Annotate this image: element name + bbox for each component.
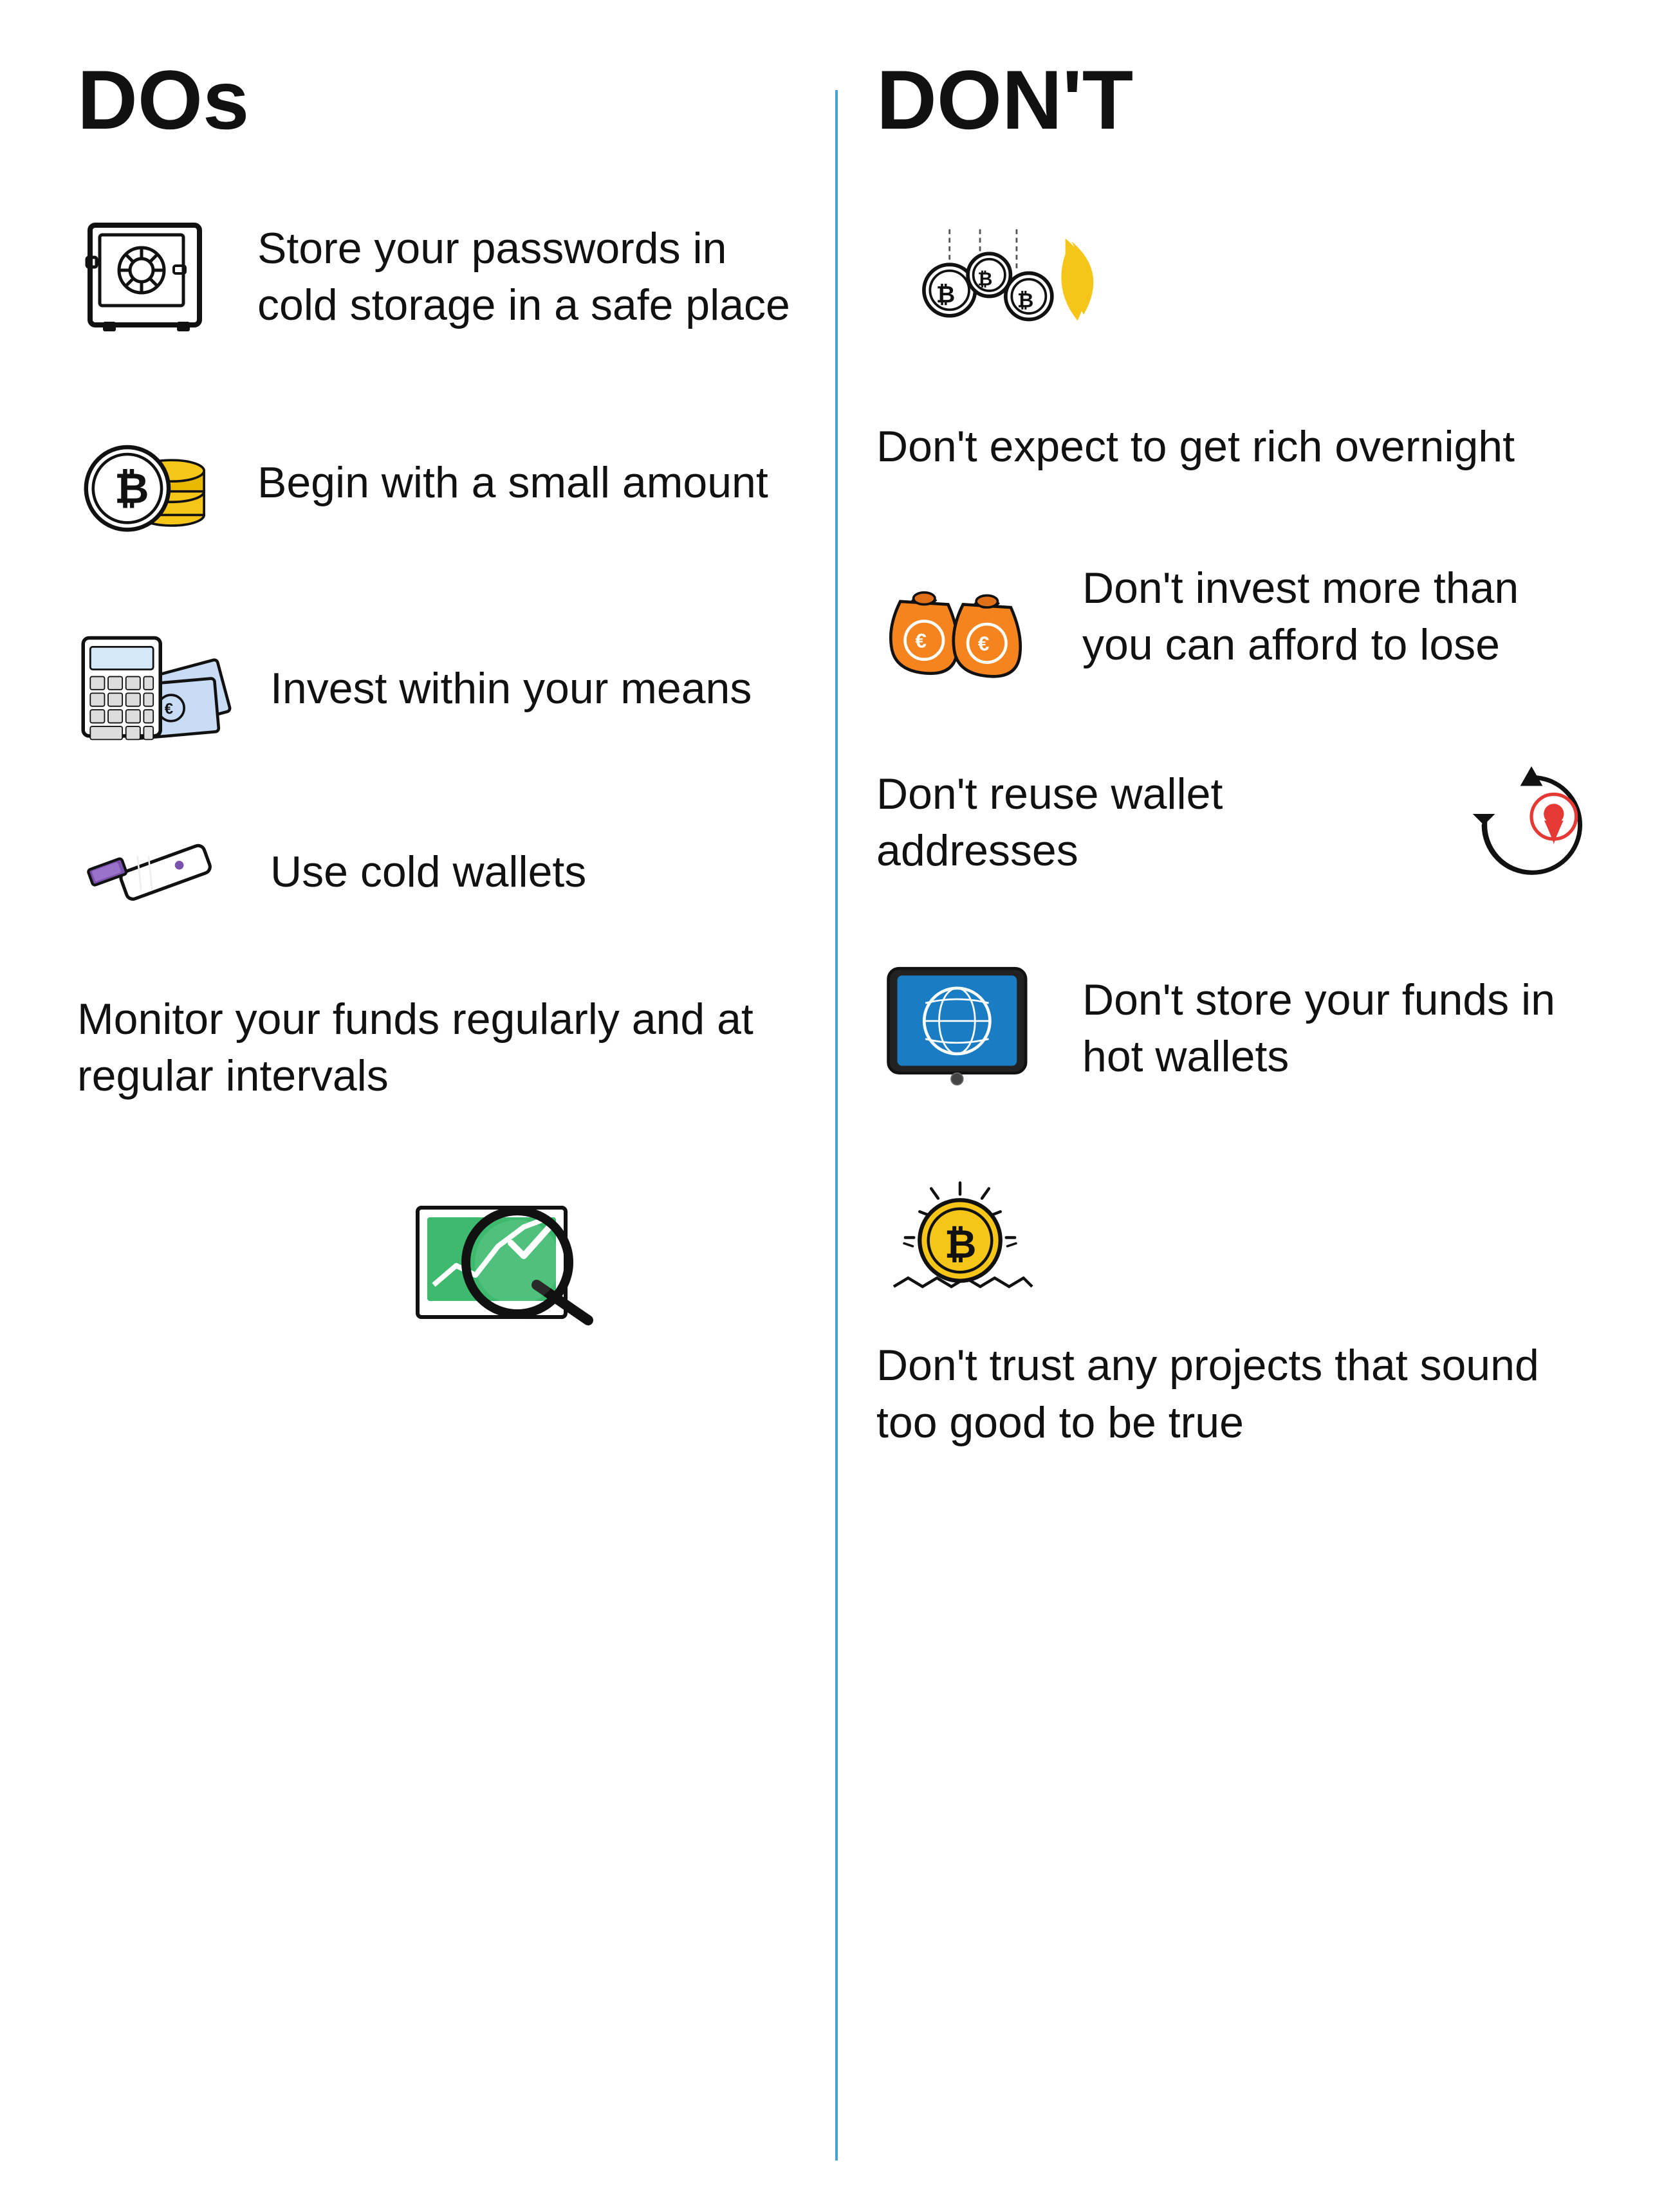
svg-text:€: € (165, 701, 173, 718)
calculator-icon: € € (77, 624, 232, 753)
dont-text-too-good: Don't trust any projects that sound too … (876, 1337, 1596, 1451)
svg-text:₿: ₿ (1017, 290, 1033, 312)
dont-text-reuse-addresses: Don't reuse wallet addresses (876, 766, 1428, 880)
bitcoin-coins-icon: ₿ (77, 418, 219, 547)
dont-row-2: € € Don't invest more than you can affor… (876, 552, 1596, 681)
dont-text-rich-overnight: Don't expect to get rich overnight (876, 418, 1596, 475)
dos-item-store-passwords: Store your passwords in cold storage in … (77, 212, 797, 341)
svg-text:€: € (915, 629, 927, 652)
svg-text:₿: ₿ (936, 281, 955, 308)
dont-text-invest-more: Don't invest more than you can afford to… (1082, 560, 1596, 674)
dos-item-row-1: Store your passwords in cold storage in … (77, 212, 797, 341)
dos-item-row-2: ₿ Begin with a small amount (77, 418, 797, 547)
usb-cold-wallet-icon (77, 830, 232, 914)
dont-title: DON'T (876, 51, 1596, 148)
dont-item-rich-overnight: ₿ ₿ ₿ Don't expect to get rich overnight (876, 212, 1596, 475)
dos-column: DOs (39, 51, 835, 2161)
dos-text-invest-means: Invest within your means (270, 660, 752, 717)
dos-text-monitor-funds: Monitor your funds regularly and at regu… (77, 991, 797, 1105)
svg-text:€: € (978, 632, 990, 655)
safe-icon (77, 212, 219, 341)
magnify-chart-icon (398, 1143, 604, 1323)
location-cycle-icon (1467, 758, 1596, 887)
dont-column: DON'T ₿ ₿ (838, 51, 1634, 2161)
dont-row-3: Don't reuse wallet addresses (876, 758, 1596, 887)
main-container: DOs (0, 0, 1673, 2212)
dos-item-cold-wallets: Use cold wallets (77, 830, 797, 914)
dos-text-cold-wallets: Use cold wallets (270, 843, 586, 900)
dos-item-begin-small: ₿ Begin with a small amount (77, 418, 797, 547)
dont-item-reuse-addresses: Don't reuse wallet addresses (876, 758, 1596, 887)
dos-item-row-4: Use cold wallets (77, 830, 797, 914)
tablet-hot-wallet-icon (876, 964, 1044, 1092)
dont-item-too-good: ₿ Don't trust any projects that sound to… (876, 1170, 1596, 1451)
dos-item-row-3: € € (77, 624, 797, 753)
night-bitcoin-icon: ₿ ₿ ₿ (876, 212, 1108, 392)
dos-item-monitor-funds: Monitor your funds regularly and at regu… (77, 991, 797, 1323)
dont-row-4: Don't store your funds in hot wallets (876, 964, 1596, 1092)
dont-item-hot-wallets: Don't store your funds in hot wallets (876, 964, 1596, 1092)
bitcoin-sun-icon: ₿ (876, 1170, 1044, 1311)
dos-title: DOs (77, 51, 797, 148)
dont-item-invest-more: € € Don't invest more than you can affor… (876, 552, 1596, 681)
svg-text:₿: ₿ (945, 1222, 977, 1266)
money-bags-icon: € € (876, 552, 1044, 681)
svg-text:₿: ₿ (977, 269, 992, 290)
dos-text-store-passwords: Store your passwords in cold storage in … (257, 220, 797, 334)
dos-text-begin-small: Begin with a small amount (257, 454, 768, 511)
svg-text:₿: ₿ (115, 465, 149, 512)
dos-item-invest-means: € € (77, 624, 797, 753)
dont-text-hot-wallets: Don't store your funds in hot wallets (1082, 972, 1596, 1085)
